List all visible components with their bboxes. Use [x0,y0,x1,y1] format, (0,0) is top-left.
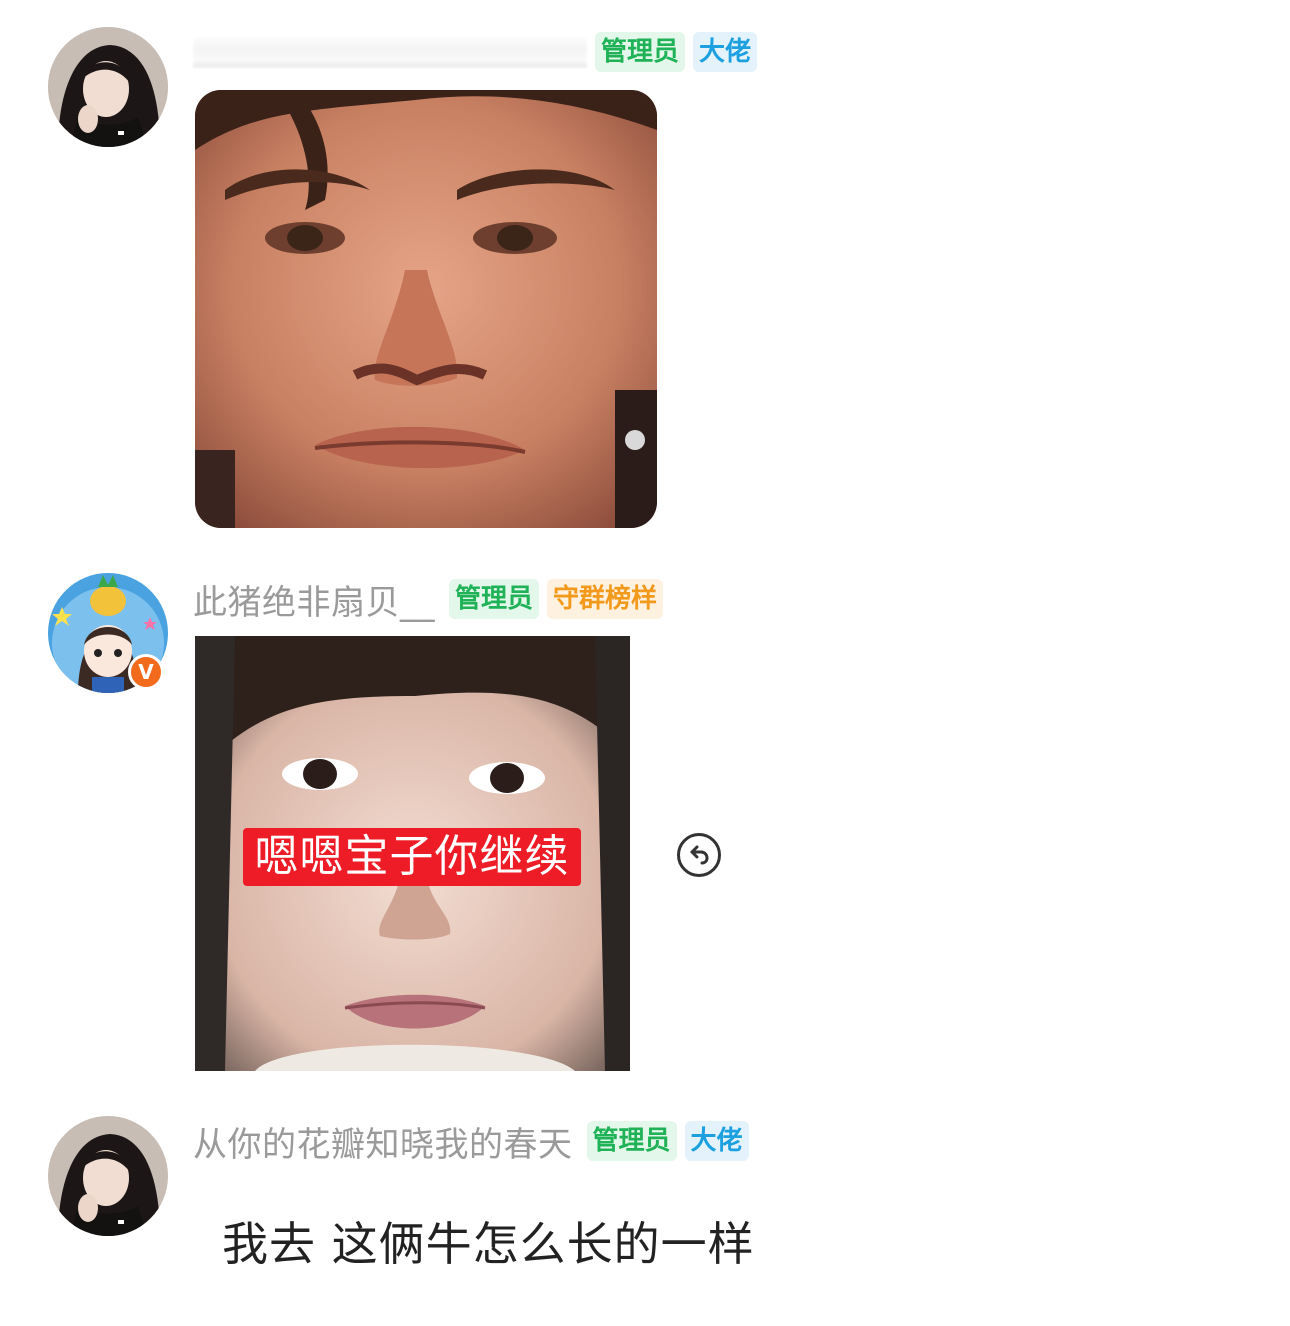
admin-badge: 管理员 [595,32,686,72]
avatar-image [48,27,168,147]
sender-name[interactable]: 从你的花瓣知晓我的春天 [193,1117,573,1166]
guard-badge: 守群榜样 [547,579,664,619]
face-photo [195,90,657,528]
sender-name[interactable]: 此猪绝非扇贝__ [193,575,435,624]
sender-name-obscured [193,35,587,69]
avatar[interactable] [48,27,168,147]
message-image[interactable] [195,90,657,528]
boss-badge: 大佬 [693,32,758,72]
sender-row: 从你的花瓣知晓我的春天 管理员 大佬 [193,1121,749,1165]
admin-badge: 管理员 [449,579,540,619]
message-text: 我去 这俩牛怎么长的一样 [222,1217,755,1271]
verified-badge: V [128,654,164,690]
avatar-image [48,1116,168,1236]
message-image[interactable]: 嗯嗯宝子你继续 [195,636,630,1071]
boss-badge: 大佬 [684,1121,749,1161]
image-caption: 嗯嗯宝子你继续 [243,828,581,886]
sender-row: 管理员 大佬 [193,32,758,72]
sender-row: 此猪绝非扇贝__ 管理员 守群榜样 [193,579,664,623]
admin-badge: 管理员 [586,1121,677,1161]
reply-share-icon[interactable] [676,832,722,878]
avatar[interactable] [48,1116,168,1236]
